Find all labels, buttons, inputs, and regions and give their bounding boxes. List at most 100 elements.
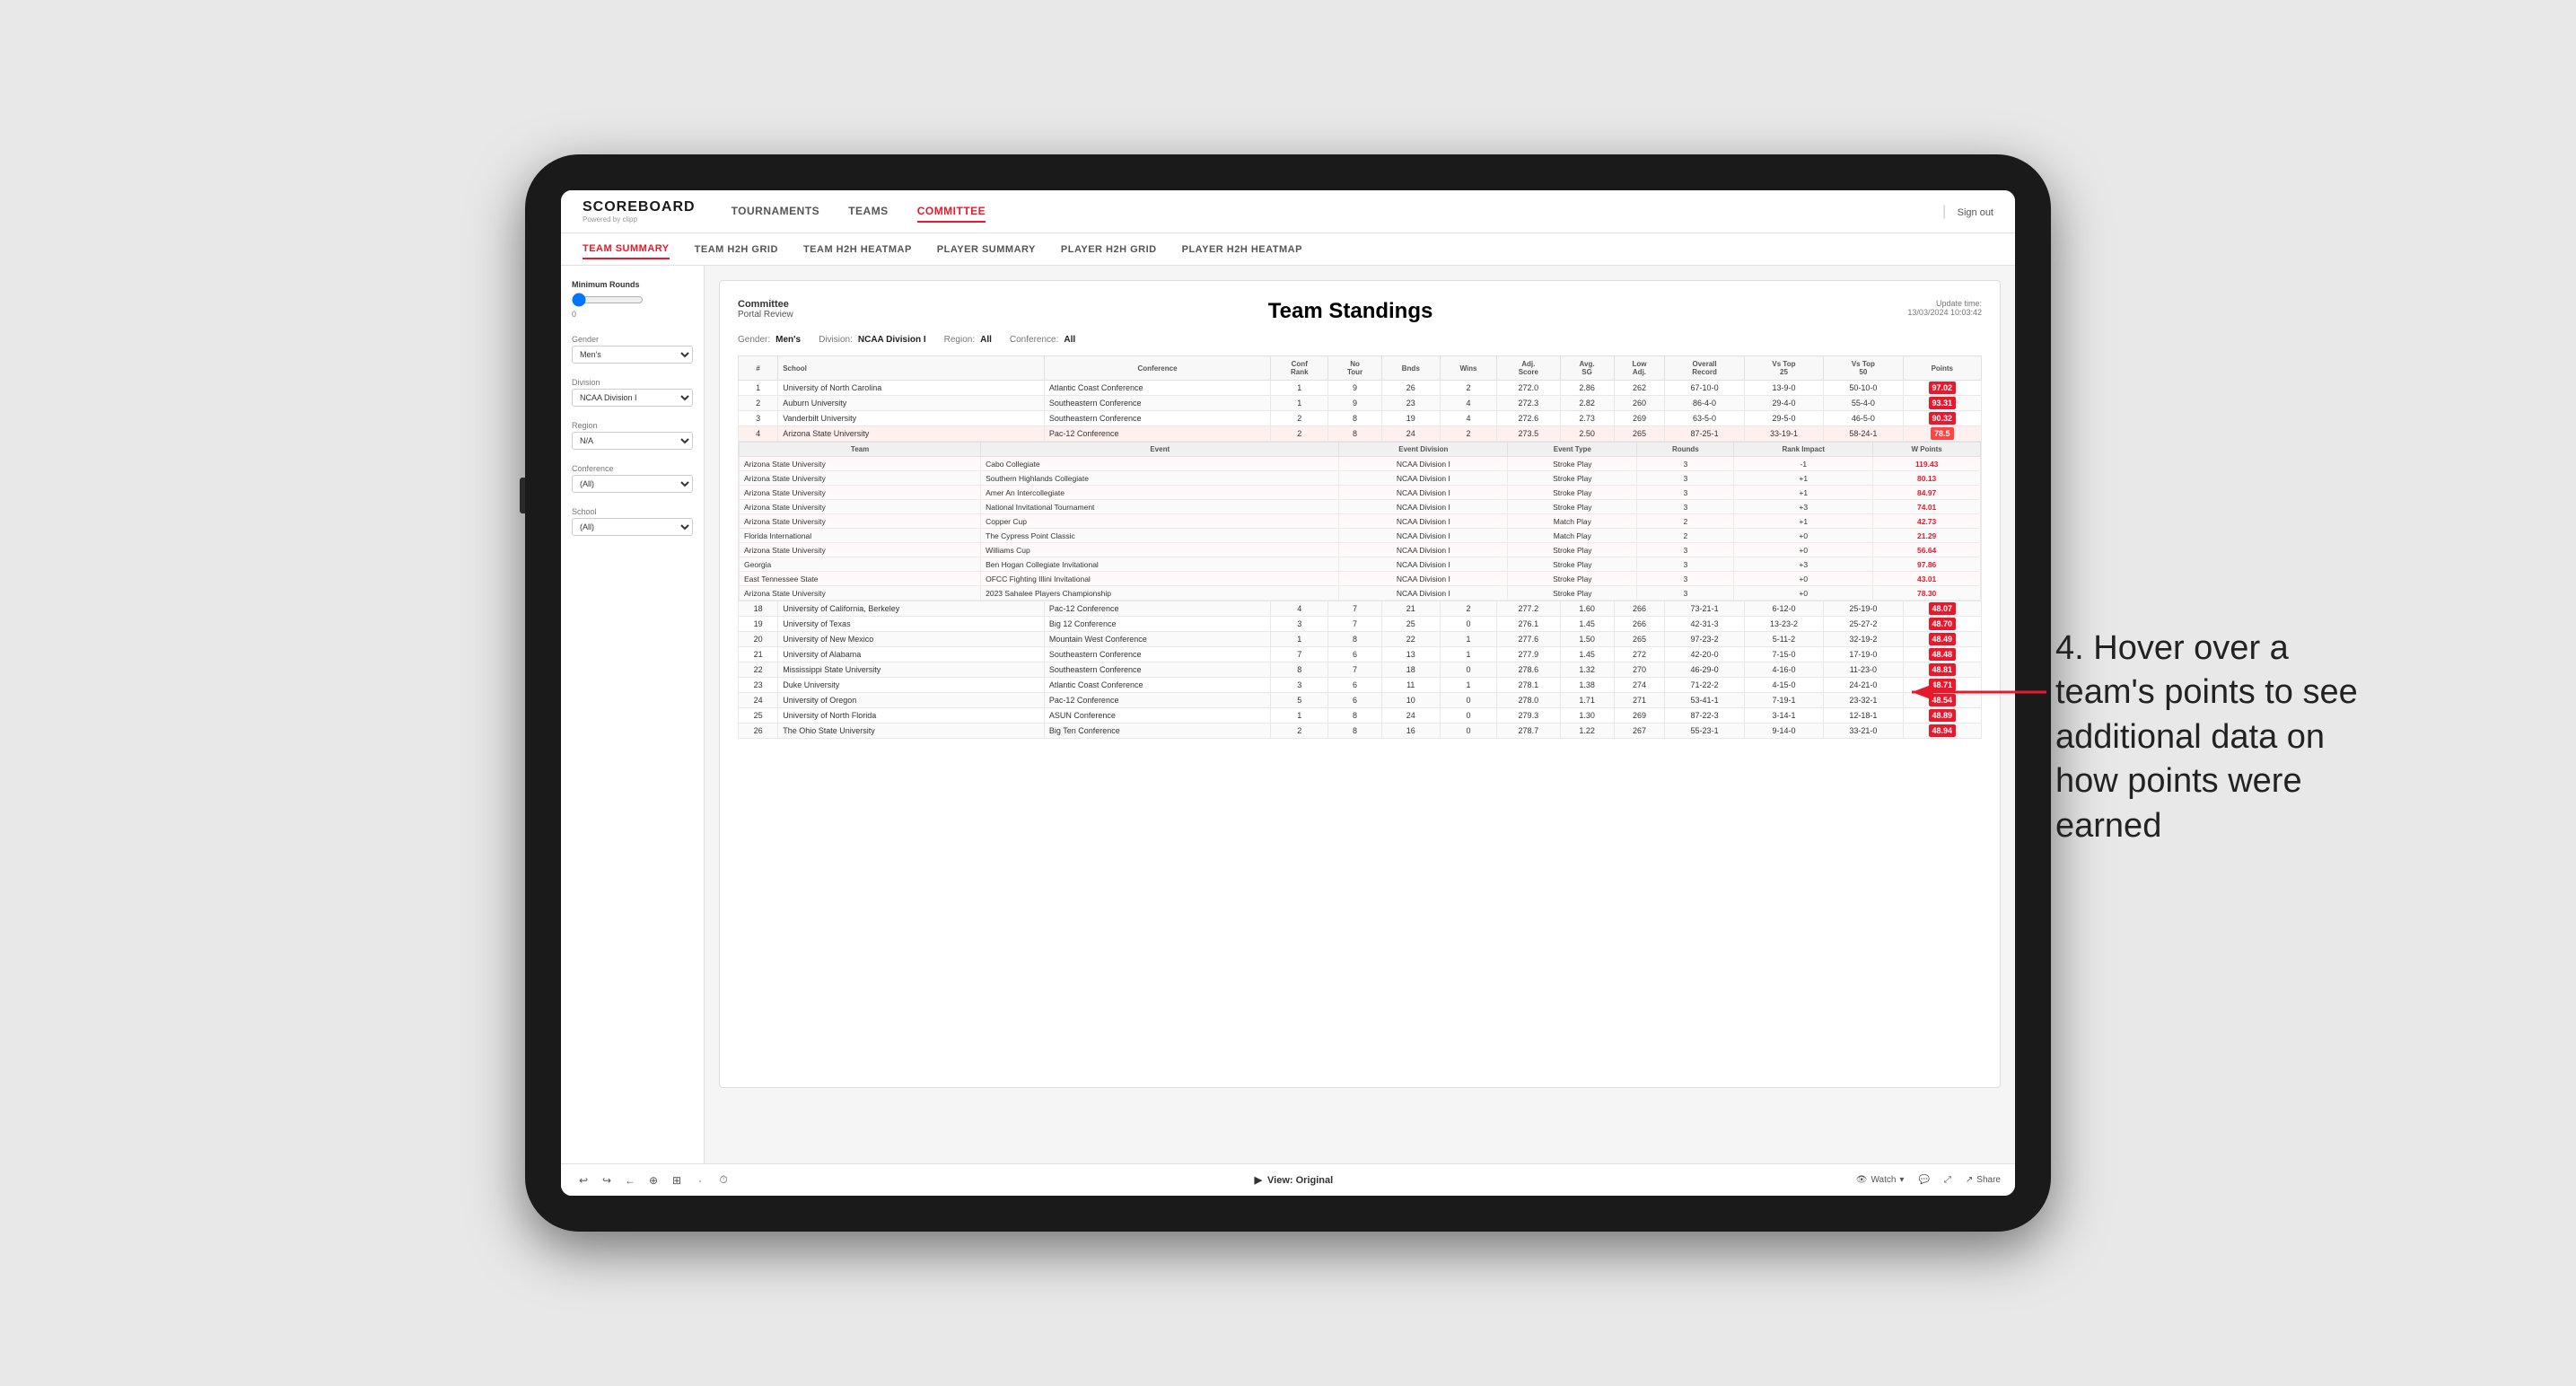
separator-icon: · — [692, 1172, 708, 1189]
filter-region-value: All — [980, 335, 992, 345]
redo-icon[interactable]: ↪ — [599, 1172, 615, 1189]
table-row: 2 Auburn University Southeastern Confere… — [739, 396, 1982, 411]
division-select[interactable]: NCAA Division I — [572, 389, 693, 407]
update-time-area: Update time: 13/03/2024 10:03:42 — [1907, 299, 1982, 317]
filter-region: Region: All — [944, 335, 992, 345]
table-row: 20 University of New Mexico Mountain Wes… — [739, 632, 1982, 647]
table-row: 24 University of Oregon Pac-12 Conferenc… — [739, 693, 1982, 708]
logo-area: SCOREBOARD Powered by clipp — [583, 199, 696, 224]
expanded-detail-table: Team Event Event Division Event Type Rou… — [739, 442, 1981, 601]
exp-col-wpoints: W Points — [1873, 443, 1981, 457]
col-vs25: Vs Top25 — [1744, 356, 1823, 381]
report-container: Committee Portal Review Team Standings U… — [719, 280, 2001, 1088]
sidebar-min-rounds: Minimum Rounds 0 — [572, 280, 693, 320]
expanded-row: Team Event Event Division Event Type Rou… — [739, 442, 1982, 601]
sub-nav-team-h2h-grid[interactable]: TEAM H2H GRID — [695, 241, 778, 259]
share-icon: ↗ — [1966, 1175, 1973, 1185]
chevron-down-icon: ▾ — [1899, 1175, 1904, 1185]
gender-select[interactable]: Men's Women's — [572, 346, 693, 364]
col-avg-sg: Avg.SG — [1560, 356, 1614, 381]
filter-region-label: Region: — [944, 335, 975, 345]
filter-gender-label: Gender: — [738, 335, 770, 345]
conference-select[interactable]: (All) — [572, 475, 693, 493]
expanded-detail-row: Arizona State University Cabo Collegiate… — [740, 457, 1981, 471]
portal-title: Committee — [738, 299, 793, 310]
bottom-toolbar: ↩ ↪ ← ⊕ ⊞ · ⏱ ▶ View: Original 👁 Watch ▾ — [561, 1163, 2015, 1196]
col-points: Points — [1903, 356, 1981, 381]
col-rank: # — [739, 356, 778, 381]
arrow-indicator — [1903, 665, 2064, 719]
side-button — [520, 478, 525, 513]
view-label: View: Original — [1267, 1175, 1333, 1186]
tablet-frame: SCOREBOARD Powered by clipp TOURNAMENTS … — [525, 154, 2051, 1232]
expanded-detail-row: Georgia Ben Hogan Collegiate Invitationa… — [740, 557, 1981, 572]
top-nav: SCOREBOARD Powered by clipp TOURNAMENTS … — [561, 190, 2015, 233]
min-rounds-slider[interactable] — [572, 293, 644, 307]
exp-col-div: Event Division — [1339, 443, 1508, 457]
min-rounds-value: 0 — [572, 310, 693, 319]
standings-title: Team Standings — [1268, 299, 1433, 324]
logo-text: SCOREBOARD — [583, 199, 696, 215]
sub-nav-player-summary[interactable]: PLAYER SUMMARY — [937, 241, 1036, 259]
table-row-highlighted: 4 Arizona State University Pac-12 Confer… — [739, 426, 1982, 442]
sub-nav-team-summary[interactable]: TEAM SUMMARY — [583, 240, 670, 259]
table-row: 22 Mississippi State University Southeas… — [739, 662, 1982, 678]
filter-division-label: Division: — [819, 335, 853, 345]
sidebar-division: Division NCAA Division I — [572, 378, 693, 407]
sub-nav-team-h2h-heatmap[interactable]: TEAM H2H HEATMAP — [803, 241, 912, 259]
sub-nav-player-h2h-grid[interactable]: PLAYER H2H GRID — [1061, 241, 1157, 259]
filter-conference-value: All — [1064, 335, 1075, 345]
sign-out-sep: | — [1942, 204, 1946, 219]
col-low-adj: LowAdj. — [1614, 356, 1665, 381]
table-row: 21 University of Alabama Southeastern Co… — [739, 647, 1982, 662]
view-original-button[interactable]: ▶ View: Original — [1255, 1174, 1334, 1186]
table-row: 25 University of North Florida ASUN Conf… — [739, 708, 1982, 724]
clock-icon[interactable]: ⏱ — [715, 1172, 732, 1189]
expanded-detail-row: Arizona State University Southern Highla… — [740, 471, 1981, 486]
expanded-detail-row: Arizona State University 2023 Sahalee Pl… — [740, 586, 1981, 601]
update-label: Update time: — [1936, 299, 1982, 308]
expand-button[interactable]: ⤢ — [1944, 1175, 1951, 1185]
sidebar-gender: Gender Men's Women's — [572, 335, 693, 364]
portal-sub: Portal Review — [738, 310, 793, 320]
filter-division-value: NCAA Division I — [858, 335, 926, 345]
watch-button[interactable]: 👁 Watch ▾ — [1856, 1175, 1905, 1185]
annotation-text: 4. Hover over a team's points to see add… — [2055, 627, 2396, 848]
undo-icon[interactable]: ↩ — [575, 1172, 591, 1189]
expanded-detail-row: East Tennessee State OFCC Fighting Illin… — [740, 572, 1981, 586]
col-conf-rank: ConfRank — [1271, 356, 1328, 381]
sub-nav-player-h2h-heatmap[interactable]: PLAYER H2H HEATMAP — [1182, 241, 1302, 259]
table-row: 3 Vanderbilt University Southeastern Con… — [739, 411, 1982, 426]
sign-out-area: | Sign out — [1942, 204, 1993, 220]
division-label: Division — [572, 378, 693, 387]
sub-nav: TEAM SUMMARY TEAM H2H GRID TEAM H2H HEAT… — [561, 233, 2015, 266]
exp-col-event: Event — [981, 443, 1339, 457]
sidebar-region: Region N/A — [572, 421, 693, 450]
school-label: School — [572, 507, 693, 516]
expanded-detail-row: Florida International The Cypress Point … — [740, 529, 1981, 543]
back-icon[interactable]: ← — [622, 1172, 638, 1189]
col-bnds: Bnds — [1381, 356, 1440, 381]
sidebar-school: School (All) — [572, 507, 693, 536]
zoom-icon[interactable]: ⊕ — [645, 1172, 662, 1189]
nav-links: TOURNAMENTS TEAMS COMMITTEE — [732, 201, 1942, 223]
portal-info: Committee Portal Review — [738, 299, 793, 320]
min-rounds-label: Minimum Rounds — [572, 280, 693, 289]
filter-division: Division: NCAA Division I — [819, 335, 926, 345]
region-select[interactable]: N/A — [572, 432, 693, 450]
filters-row: Gender: Men's Division: NCAA Division I … — [738, 335, 1982, 345]
table-row: 18 University of California, Berkeley Pa… — [739, 601, 1982, 617]
sign-out-button[interactable]: Sign out — [1958, 207, 1993, 218]
col-school: School — [778, 356, 1045, 381]
region-label: Region — [572, 421, 693, 430]
update-time-value: 13/03/2024 10:03:42 — [1907, 308, 1982, 317]
share-button[interactable]: ↗ Share — [1966, 1175, 2001, 1185]
school-select[interactable]: (All) — [572, 518, 693, 536]
crop-icon[interactable]: ⊞ — [669, 1172, 685, 1189]
nav-teams[interactable]: TEAMS — [848, 201, 889, 223]
nav-committee[interactable]: COMMITTEE — [917, 201, 986, 223]
comment-button[interactable]: 💬 — [1918, 1175, 1929, 1185]
exp-col-team: Team — [740, 443, 981, 457]
comment-icon: 💬 — [1918, 1175, 1929, 1185]
nav-tournaments[interactable]: TOURNAMENTS — [732, 201, 820, 223]
